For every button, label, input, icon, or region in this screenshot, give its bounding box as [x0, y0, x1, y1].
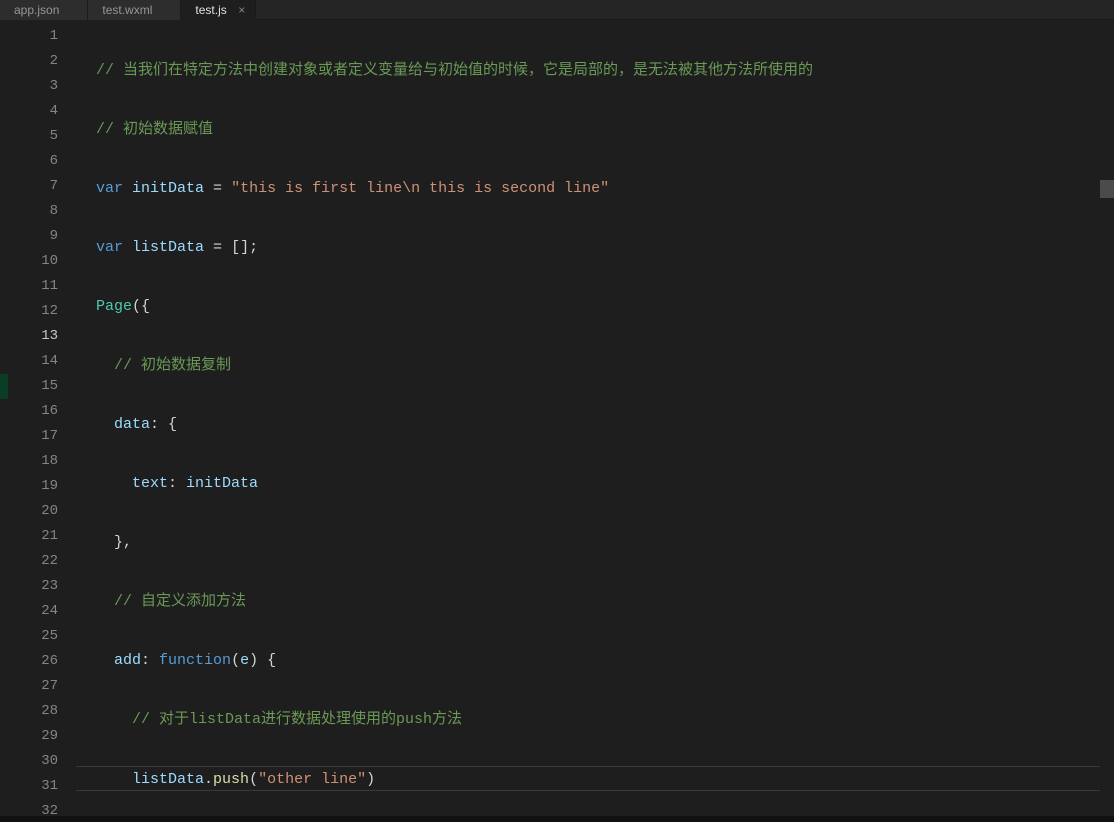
tab-bar: app.json test.wxml test.js × [0, 0, 1114, 20]
code-line: // 初始数据赋值 [76, 117, 1114, 142]
tab-test-js[interactable]: test.js × [181, 0, 255, 20]
code-line: // 当我们在特定方法中创建对象或者定义变量给与初始值的时候，它是局部的，是无法… [76, 58, 1114, 83]
code-line: // 自定义添加方法 [76, 589, 1114, 614]
glyph-margin [0, 20, 8, 816]
tab-test-wxml[interactable]: test.wxml [88, 0, 181, 20]
code-line: add: function(e) { [76, 648, 1114, 673]
line-numbers: 1 2 3 4 5 6 7 8 9 10 11 12 13 14 15 16 1… [8, 20, 76, 816]
close-icon[interactable]: × [235, 3, 249, 17]
code-line: Page({ [76, 294, 1114, 319]
code-line: var listData = []; [76, 235, 1114, 260]
code-line: data: { [76, 412, 1114, 437]
status-bar [0, 816, 1114, 822]
tab-label: app.json [14, 3, 59, 17]
code-content[interactable]: // 当我们在特定方法中创建对象或者定义变量给与初始值的时候，它是局部的，是无法… [76, 20, 1114, 816]
code-line: // 对于listData进行数据处理使用的push方法 [76, 707, 1114, 732]
code-editor[interactable]: 1 2 3 4 5 6 7 8 9 10 11 12 13 14 15 16 1… [0, 20, 1114, 816]
scroll-thumb[interactable] [1100, 180, 1114, 198]
code-line: var initData = "this is first line\n thi… [76, 176, 1114, 201]
code-line: listData.push("other line") [76, 766, 1114, 791]
code-line: text: initData [76, 471, 1114, 496]
code-line: }, [76, 530, 1114, 555]
tab-label: test.wxml [102, 3, 152, 17]
tab-label: test.js [195, 3, 226, 17]
scrollbar-overview[interactable] [1100, 20, 1114, 816]
tab-app-json[interactable]: app.json [0, 0, 88, 20]
code-line: // 初始数据复制 [76, 353, 1114, 378]
